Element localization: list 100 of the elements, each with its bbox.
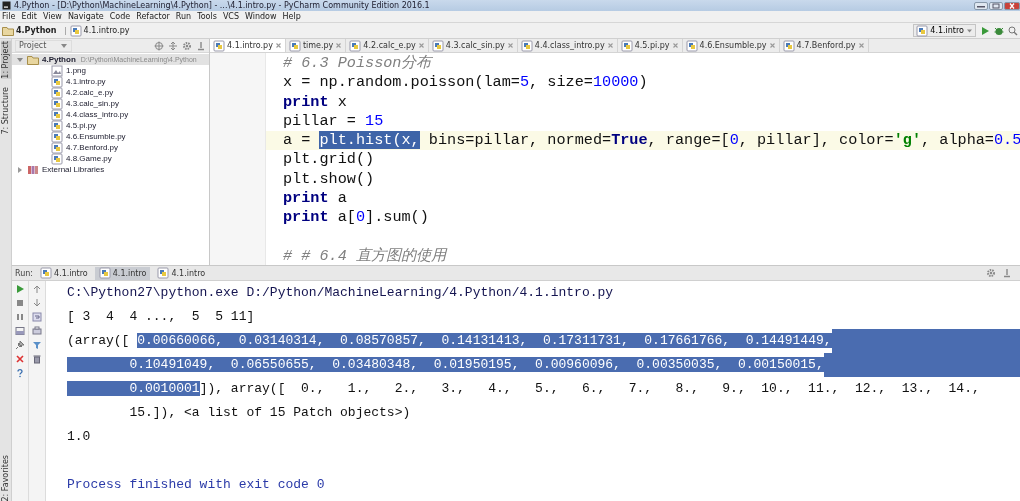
menu-item[interactable]: Run <box>175 12 192 21</box>
python-file-icon <box>916 24 929 37</box>
tree-item[interactable]: 4.4.class_intro.py <box>12 109 209 120</box>
close-tab-icon[interactable] <box>506 42 514 49</box>
python-file-icon <box>51 97 63 110</box>
editor-tab[interactable]: 4.1.intro.py <box>210 39 286 52</box>
maximize-icon <box>991 2 1001 9</box>
close-button[interactable] <box>1004 1 1020 10</box>
python-file-icon <box>51 130 63 143</box>
window-title: 4.Python - [D:\Python\MachineLearning\4.Python] - ...\4.1.intro.py - PyCharm Community Edition 2016.1 <box>14 0 430 11</box>
code-line-text: x = np.random.poisson(lam=5, size=10000) <box>283 73 648 92</box>
hide-icon[interactable] <box>1002 268 1012 278</box>
help-icon[interactable] <box>15 368 25 378</box>
layout-icon[interactable] <box>15 326 25 336</box>
maximize-button[interactable] <box>989 1 1003 10</box>
up-arrow-icon[interactable] <box>32 284 42 294</box>
python-file-icon <box>51 108 63 121</box>
print-icon[interactable] <box>32 326 42 336</box>
close-tab-icon[interactable] <box>768 42 776 49</box>
tree-item[interactable]: 4.1.intro.py <box>12 76 209 87</box>
python-file-icon <box>40 267 53 279</box>
run-configuration-dropdown[interactable]: 4.1.intro <box>913 24 976 37</box>
close-tab-icon[interactable] <box>671 42 679 49</box>
console-line: Process finished with exit code 0 <box>67 476 325 494</box>
tree-item[interactable]: 4.8.Game.py <box>12 153 209 164</box>
menu-item[interactable]: File <box>2 12 16 21</box>
tool-window-tab[interactable]: 1: Project <box>0 41 11 79</box>
code-line-text: print x <box>283 92 347 111</box>
run-icon[interactable] <box>980 25 990 36</box>
console-line: C:\Python27\python.exe D:/Python/MachineLearning/4.Python/4.1.intro.py <box>67 284 614 302</box>
close-icon[interactable] <box>15 354 25 364</box>
tree-item[interactable]: External Libraries <box>12 164 209 175</box>
close-tab-icon[interactable] <box>606 42 614 49</box>
crosshair-icon[interactable] <box>154 40 164 51</box>
caret-icon <box>60 41 69 50</box>
breadcrumb[interactable]: 4.Python <box>2 25 57 36</box>
bug-icon[interactable] <box>994 25 1004 36</box>
trash-icon[interactable] <box>32 354 42 364</box>
editor-tab[interactable]: time.py <box>285 39 347 52</box>
python-file-icon <box>157 267 170 279</box>
python-file-icon <box>51 152 63 165</box>
pause-icon[interactable] <box>15 312 25 322</box>
tree-item[interactable]: 1.png <box>12 65 209 76</box>
collapsed-arrow-icon[interactable] <box>16 165 24 174</box>
console-line: [ 3 4 4 ..., 5 5 11] <box>67 308 255 326</box>
console-line: 1.0 <box>67 428 91 446</box>
tree-item[interactable]: 4.3.calc_sin.py <box>12 98 209 109</box>
tree-item[interactable]: 4.7.Benford.py <box>12 142 209 153</box>
menu-item[interactable]: Tools <box>197 12 217 21</box>
python-file-icon <box>51 86 63 99</box>
tree-item[interactable]: 4.5.pi.py <box>12 120 209 131</box>
image-file-icon <box>51 64 63 77</box>
console-line: 15.]), <a list of 15 Patch objects>) <box>128 404 411 422</box>
rerun-icon[interactable] <box>15 284 25 294</box>
expanded-arrow-icon[interactable] <box>16 55 24 64</box>
editor-tab[interactable]: 4.3.calc_sin.py <box>428 39 518 52</box>
run-label: Run: <box>15 268 34 278</box>
run-tab[interactable]: 4.1.intro <box>36 266 92 280</box>
breadcrumb[interactable]: 4.1.intro.py <box>69 24 130 37</box>
filter-icon[interactable] <box>32 340 42 350</box>
close-icon <box>1007 2 1017 9</box>
editor-tab[interactable]: 4.7.Benford.py <box>779 39 869 52</box>
menu-item[interactable]: Navigate <box>67 12 104 21</box>
menu-item[interactable]: Code <box>109 12 131 21</box>
menu-item[interactable]: VCS <box>222 12 239 21</box>
project-view-dropdown[interactable]: Project <box>15 39 73 52</box>
editor-tab[interactable]: 4.2.calc_e.py <box>346 39 429 52</box>
close-tab-icon[interactable] <box>857 42 865 49</box>
close-tab-icon[interactable] <box>335 42 343 49</box>
stop-icon[interactable] <box>15 298 25 308</box>
close-tab-icon[interactable] <box>274 42 282 49</box>
editor-tab[interactable]: 4.6.Ensumble.py <box>682 39 780 52</box>
menu-item[interactable]: Edit <box>21 12 37 21</box>
tool-window-tab[interactable]: 2: Favorites <box>0 454 11 501</box>
run-tab[interactable]: 4.1.intro <box>153 266 210 280</box>
down-arrow-icon[interactable] <box>32 298 42 308</box>
app-icon <box>2 1 11 10</box>
soft-wrap-icon[interactable] <box>32 312 42 322</box>
menu-item[interactable]: Window <box>245 12 277 21</box>
folder-icon <box>2 25 14 36</box>
editor-tab[interactable]: 4.5.pi.py <box>617 39 683 52</box>
close-tab-icon[interactable] <box>417 42 425 49</box>
menu-item[interactable]: View <box>42 12 62 21</box>
search-icon[interactable] <box>1008 25 1018 36</box>
python-file-icon <box>51 141 63 154</box>
editor-tab[interactable]: 4.4.class_intro.py <box>517 39 618 52</box>
code-line-text: plt.show() <box>283 169 375 188</box>
tool-window-tab[interactable]: 7: Structure <box>0 86 11 135</box>
settings-icon[interactable] <box>182 40 192 51</box>
menu-item[interactable]: Refactor <box>136 12 170 21</box>
minimize-button[interactable] <box>974 1 988 10</box>
tree-item[interactable]: 4.6.Ensumble.py <box>12 131 209 142</box>
split-icon[interactable] <box>168 40 178 51</box>
menu-item[interactable]: Help <box>282 12 301 21</box>
tree-item[interactable]: 4.2.calc_e.py <box>12 87 209 98</box>
code-line-text: pillar = 15 <box>283 111 384 130</box>
settings-icon[interactable] <box>986 268 996 278</box>
console-line: 0.0010001]), array([ 0., 1., 2., 3., 4., 5., 6., 7., 8., 9., 10., 11., 12., 13., 14., <box>67 377 980 401</box>
python-file-icon <box>213 39 225 52</box>
run-tab[interactable]: 4.1.intro <box>94 266 151 280</box>
